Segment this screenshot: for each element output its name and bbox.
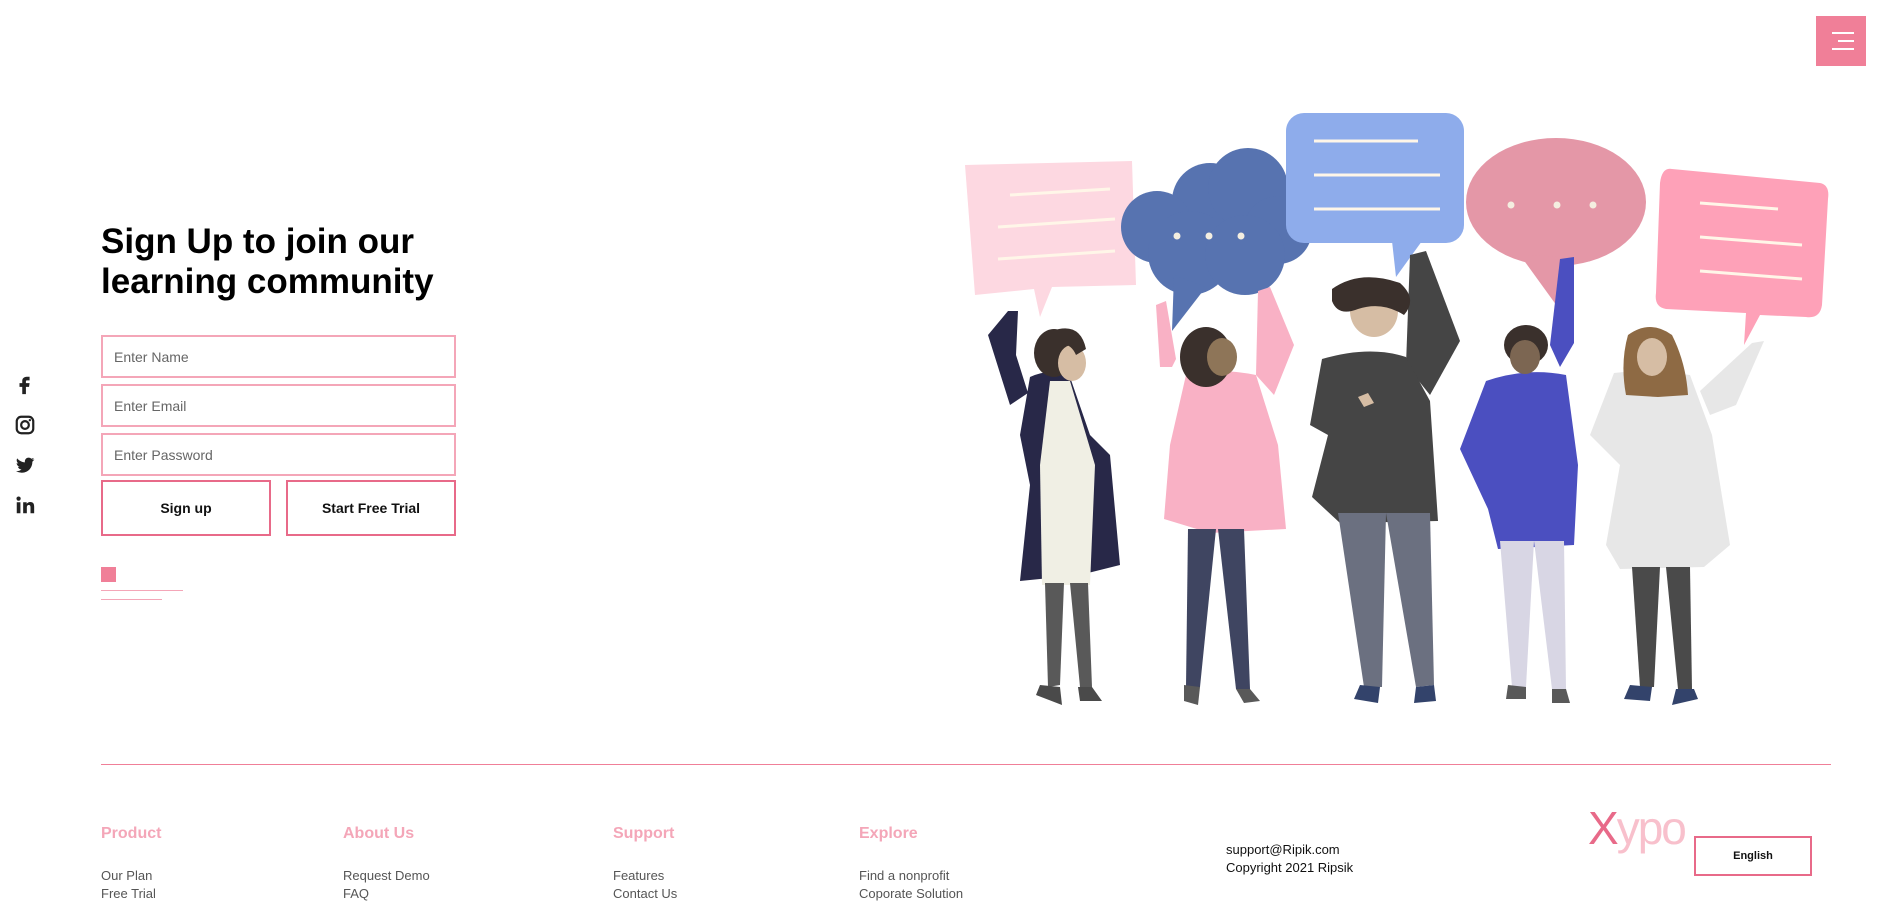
logo-x: X — [1588, 802, 1619, 854]
footer-column-support: Support Features Contact Us — [613, 825, 677, 903]
person-4 — [1460, 257, 1578, 703]
footer-heading: About Us — [343, 825, 415, 842]
footer-link-faq[interactable]: FAQ — [343, 885, 430, 903]
email-input[interactable] — [101, 384, 456, 427]
footer-link-free-trial[interactable]: Free Trial — [101, 885, 161, 903]
footer-column-explore: Explore Find a nonprofit Coporate Soluti… — [859, 825, 963, 903]
hamburger-icon — [1832, 32, 1854, 34]
brand-logo: Xypo — [1588, 802, 1687, 854]
support-email: support@Ripik.com — [1226, 842, 1340, 857]
person-2 — [1156, 287, 1294, 705]
footer-link-contact-us[interactable]: Contact Us — [613, 885, 677, 903]
instagram-icon[interactable] — [14, 414, 36, 436]
menu-button[interactable] — [1816, 16, 1866, 66]
speech-bubble-lines-2 — [1286, 113, 1464, 277]
footer-heading: Explore — [859, 825, 918, 842]
decorative-square — [101, 567, 116, 582]
copyright-text: Copyright 2021 Ripsik — [1226, 860, 1354, 875]
footer-column-product: Product Our Plan Free Trial — [101, 825, 161, 903]
footer-heading: Product — [101, 825, 162, 842]
speech-bubble-lines-1 — [965, 161, 1136, 317]
footer-column-about-us: About Us Request Demo FAQ — [343, 825, 430, 903]
speech-bubble-oval — [1466, 138, 1646, 313]
person-5 — [1590, 327, 1764, 705]
speech-bubble-lines-3 — [1655, 168, 1829, 345]
twitter-icon[interactable] — [14, 454, 36, 476]
footer-link-corporate-solution[interactable]: Coporate Solution — [859, 885, 963, 903]
footer-contact: support@Ripik.com Copyright 2021 Ripsik — [1226, 841, 1353, 877]
password-input[interactable] — [101, 433, 456, 476]
footer-divider — [101, 764, 1831, 765]
footer-link-find-nonprofit[interactable]: Find a nonprofit — [859, 867, 963, 885]
name-input[interactable] — [101, 335, 456, 378]
linkedin-icon[interactable] — [14, 494, 36, 516]
person-3 — [1310, 251, 1460, 703]
speech-bubble-cloud — [1121, 148, 1312, 331]
decorative-line — [101, 599, 162, 600]
start-free-trial-button[interactable]: Start Free Trial — [286, 480, 456, 536]
person-1 — [988, 311, 1120, 705]
footer-link-our-plan[interactable]: Our Plan — [101, 867, 161, 885]
facebook-icon[interactable] — [14, 374, 36, 396]
footer-heading: Support — [613, 825, 675, 842]
social-links — [14, 374, 36, 534]
page-title: Sign Up to join our learning community — [101, 222, 434, 301]
language-button[interactable]: English — [1694, 836, 1812, 876]
footer-link-features[interactable]: Features — [613, 867, 677, 885]
community-illustration — [965, 113, 1829, 705]
signup-button[interactable]: Sign up — [101, 480, 271, 536]
footer-link-request-demo[interactable]: Request Demo — [343, 867, 430, 885]
logo-rest: ypo — [1616, 802, 1687, 854]
decorative-line — [101, 590, 183, 591]
